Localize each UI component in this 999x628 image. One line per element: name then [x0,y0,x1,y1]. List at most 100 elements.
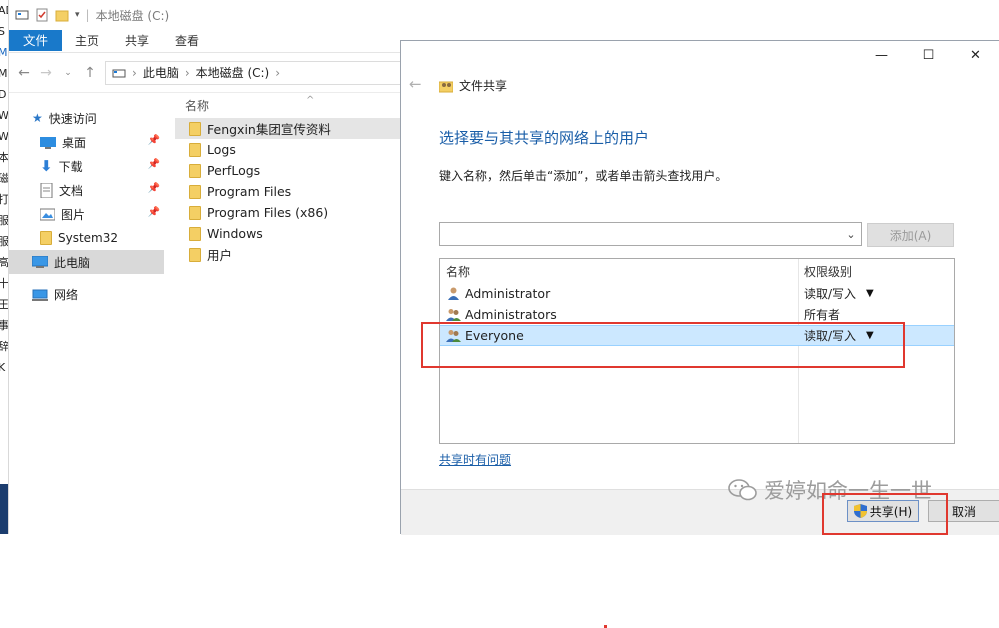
background-char: 辞 [0,336,8,357]
nav-item-label: 桌面 [62,135,87,150]
sort-caret-icon: ^ [306,95,315,106]
permission-level: 所有者 [804,308,841,322]
folder-icon [189,121,201,136]
star-icon: ★ [32,111,43,125]
address-bar[interactable]: › 此电脑 › 本地磁盘 (C:) › [105,60,401,85]
file-row[interactable]: PerfLogs [175,160,401,181]
customize-dropdown-icon[interactable]: ▾ [75,10,80,20]
desktop-icon [40,136,56,149]
file-row[interactable]: Program Files (x86) [175,202,401,223]
background-char: 本 [0,147,8,168]
wechat-icon [728,479,757,501]
folder-icon [189,163,201,178]
dialog-title: 文件共享 [439,77,507,94]
user-name: Administrators [465,307,557,322]
drive-icon [112,69,126,77]
permission-dropdown-icon[interactable]: ▼ [866,288,874,299]
group-icon [446,309,461,321]
background-char: 高 [0,252,8,273]
file-list: 名称 ^ Fengxin集团宣传资料 Logs PerfLogs Program Fi… [175,94,401,534]
file-row[interactable]: Fengxin集团宣传资料 [175,118,401,139]
pin-icon[interactable]: 📌 [148,183,160,194]
navigation-pane: ★ 快速访问 桌面 📌 ⬇ 下载 📌 文档 📌 图片 📌 System32 此电… [9,94,164,534]
window-title: 本地磁盘 (C:) [95,8,170,23]
download-icon: ⬇ [40,157,53,175]
nav-item-label: 快速访问 [48,111,97,126]
file-explorer-window: ▾ | 本地磁盘 (C:) 文件 主页 共享 查看 ← → ⌄ ↑ › 此电脑 … [9,0,401,534]
dialog-heading: 选择要与其共享的网络上的用户 [439,129,650,147]
new-folder-icon[interactable] [55,8,69,22]
tab-share[interactable]: 共享 [112,30,162,52]
file-row[interactable]: 用户 [175,244,401,265]
background-char: W [0,105,8,126]
explorer-title-bar: ▾ | 本地磁盘 (C:) [9,0,401,30]
background-char: 服 [0,210,8,231]
file-name: PerfLogs [207,163,261,178]
user-icon [448,287,459,300]
column-header-name[interactable]: 名称 [446,263,470,280]
shared-folder-icon [439,81,453,92]
background-char: K [0,357,8,378]
user-row-administrator[interactable]: Administrator 读取/写入 ▼ [440,283,954,304]
up-arrow-icon[interactable]: ↑ [83,65,97,81]
navigation-bar: ← → ⌄ ↑ › 此电脑 › 本地磁盘 (C:) › [9,53,401,93]
pin-icon[interactable]: 📌 [148,159,160,170]
computer-icon [32,255,48,268]
maximize-icon[interactable]: ☐ [905,41,952,69]
nav-item-this-pc[interactable]: 此电脑 [9,250,164,274]
tab-home[interactable]: 主页 [62,30,112,52]
back-arrow-icon[interactable]: ← [409,75,422,93]
nav-item-desktop[interactable]: 桌面 📌 [9,130,164,154]
add-button[interactable]: 添加(A) [867,223,954,247]
back-arrow-icon[interactable]: ← [17,65,31,81]
nav-item-pictures[interactable]: 图片 📌 [9,202,164,226]
file-row[interactable]: Windows [175,223,401,244]
nav-item-quick-access[interactable]: ★ 快速访问 [9,106,164,130]
tab-file[interactable]: 文件 [9,30,63,51]
file-name: Program Files [207,184,292,199]
nav-item-system32[interactable]: System32 [9,226,164,250]
background-char: 打 [0,189,8,210]
minimize-icon[interactable]: — [858,41,905,69]
recent-locations-chevron-icon[interactable]: ⌄ [61,68,75,78]
file-sharing-dialog: — ☐ ✕ ← 文件共享 选择要与其共享的网络上的用户 键入名称，然后单击“添加… [400,40,999,628]
background-char: 磁 [0,168,8,189]
properties-icon[interactable] [35,8,49,22]
background-char: D [0,84,8,105]
file-name: Logs [207,142,236,157]
nav-item-documents[interactable]: 文档 📌 [9,178,164,202]
nav-item-label: System32 [58,231,119,245]
folder-icon [40,231,52,245]
folder-icon [189,226,201,241]
quick-access-toolbar-icon[interactable] [15,8,29,22]
pin-icon[interactable]: 📌 [148,135,160,146]
nav-item-downloads[interactable]: ⬇ 下载 📌 [9,154,164,178]
tab-view[interactable]: 查看 [162,30,212,52]
user-name-combobox[interactable]: ⌄ [439,222,862,246]
background-char: 服 [0,231,8,252]
user-name: Administrator [465,286,551,301]
chevron-down-icon[interactable]: ⌄ [841,223,861,245]
background-char: M [0,63,8,84]
file-row[interactable]: Logs [175,139,401,160]
forward-arrow-icon[interactable]: → [39,65,53,81]
background-char: 王 [0,294,8,315]
sharing-trouble-link[interactable]: 共享时有问题 [439,451,511,468]
nav-item-network[interactable]: 网络 [9,282,164,306]
column-header-name[interactable]: 名称 ^ [175,94,401,118]
nav-item-label: 网络 [54,287,79,302]
close-icon[interactable]: ✕ [952,41,999,69]
pin-icon[interactable]: 📌 [148,207,160,218]
nav-item-label: 图片 [61,207,86,222]
folder-icon [189,184,201,199]
breadcrumb-this-pc[interactable]: 此电脑 [143,64,179,81]
background-char: 十 [0,273,8,294]
breadcrumb-local-disk[interactable]: 本地磁盘 (C:) [196,64,270,81]
file-name: Fengxin集团宣传资料 [207,122,331,137]
permission-level[interactable]: 读取/写入 [804,285,856,302]
background-taskbar [0,484,8,534]
file-row[interactable]: Program Files [175,181,401,202]
highlight-box-share [822,493,948,535]
background-char: S [0,21,8,42]
column-header-permission[interactable]: 权限级别 [804,263,852,280]
